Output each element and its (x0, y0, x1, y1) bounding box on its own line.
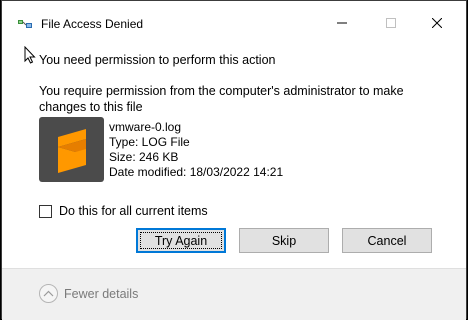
dialog-description: You require permission from the computer… (39, 84, 404, 114)
file-type: Type: LOG File (109, 135, 190, 149)
file-details: vmware-0.log Type: LOG File Size: 246 KB… (109, 120, 283, 180)
maximize-button[interactable] (376, 9, 406, 39)
dialog-footer: Fewer details (2, 268, 466, 320)
apply-to-all-label[interactable]: Do this for all current items (59, 204, 208, 218)
window-title: File Access Denied (41, 17, 144, 31)
focus-rectangle (140, 232, 222, 249)
file-copy-icon (18, 17, 34, 29)
maximize-icon (386, 15, 396, 33)
fewer-details-toggle[interactable]: Fewer details (39, 284, 138, 303)
sublime-text-icon (39, 117, 104, 182)
skip-button[interactable]: Skip (239, 228, 329, 253)
apply-to-all-checkbox[interactable] (39, 204, 52, 218)
file-size: Size: 246 KB (109, 150, 179, 164)
fewer-details-label[interactable]: Fewer details (64, 287, 138, 301)
dialog-heading: You need permission to perform this acti… (39, 53, 276, 67)
title-bar[interactable]: File Access Denied (2, 1, 466, 31)
cancel-button[interactable]: Cancel (342, 228, 432, 253)
close-button[interactable] (422, 9, 452, 39)
try-again-button[interactable]: Try Again (136, 228, 226, 253)
close-icon (431, 15, 443, 33)
chevron-up-icon[interactable] (39, 284, 58, 303)
file-date-modified: Date modified: 18/03/2022 14:21 (109, 165, 284, 179)
file-access-denied-dialog: File Access Denied You need permission t… (1, 0, 467, 320)
minimize-icon (337, 15, 347, 33)
file-name: vmware-0.log (109, 120, 182, 134)
mouse-cursor-icon (24, 45, 36, 64)
apply-to-all-row[interactable]: Do this for all current items (39, 204, 208, 218)
minimize-button[interactable] (327, 9, 357, 39)
